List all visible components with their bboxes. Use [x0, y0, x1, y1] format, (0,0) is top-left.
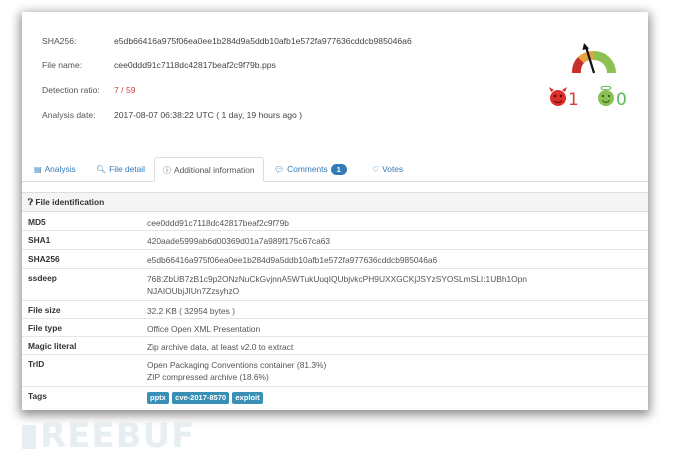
summary-sha256-value: e5db66416a975f06ea0ee1b284d9a5ddb10afb1e… — [114, 36, 412, 46]
malicious-votes-count: 1 — [568, 90, 579, 110]
summary-analysis-date-label: Analysis date: — [42, 110, 96, 120]
table-row: SHA256 e5db66416a975f06ea0ee1b284d9a5ddb… — [22, 250, 648, 269]
sha256-label: SHA256 — [28, 254, 60, 264]
sha1-label: SHA1 — [28, 235, 51, 245]
tab-analysis-label: Analysis — [44, 164, 76, 174]
table-row: SHA1 420aade5999ab6d00369d01a7a989f175c6… — [22, 231, 648, 250]
ssdeep-value-line-2: NJAIOUbjJIUn7ZzsyhzO — [147, 286, 240, 296]
tab-comments[interactable]: 💬︎ Comments 1 — [266, 157, 355, 182]
table-row: ssdeep 768:ZbUB7zB1c9p2ONzNuCkGvjnnA5WTu… — [22, 269, 648, 301]
ssdeep-label: ssdeep — [28, 273, 57, 283]
tag-cve-2017-8570[interactable]: cve-2017-8570 — [172, 392, 230, 404]
md5-value: cee0ddd91c7118dc42817beaf2c9f79b — [147, 218, 289, 228]
sha256-value: e5db66416a975f06ea0ee1b284d9a5ddb10afb1e… — [147, 255, 438, 265]
table-row: File size 32.2 KB ( 32954 bytes ) — [22, 301, 648, 319]
summary-detection-ratio-label: Detection ratio: — [42, 85, 100, 95]
table-row: File type Office Open XML Presentation — [22, 319, 648, 337]
tab-additional-information[interactable]: ⓘ Additional information — [154, 157, 264, 182]
tab-additional-information-label: Additional information — [174, 165, 255, 175]
trid-label: TrID — [28, 359, 45, 369]
file-size-label: File size — [28, 305, 61, 315]
detection-ratio-value[interactable]: 7 / 59 — [114, 85, 136, 95]
tags-list: pptx cve-2017-8570 exploit — [147, 391, 264, 404]
file-identification-heading: ❓︎ File identification — [22, 192, 648, 212]
tab-votes-label: Votes — [382, 164, 404, 174]
file-identification-title: File identification — [35, 197, 105, 207]
tag-pptx[interactable]: pptx — [147, 392, 169, 404]
devil-icon[interactable] — [549, 87, 567, 106]
summary-file-name-value: cee0ddd91c7118dc42817beaf2c9f79b.pps — [114, 60, 276, 70]
harmless-votes-count: 0 — [616, 90, 627, 110]
comments-count-badge: 1 — [330, 164, 347, 175]
file-size-value: 32.2 KB ( 32954 bytes ) — [147, 306, 235, 316]
ssdeep-value-line-1: 768:ZbUB7zB1c9p2ONzNuCkGvjnnA5WTukUuqIQU… — [147, 274, 527, 284]
angel-icon[interactable] — [598, 85, 614, 106]
report-tabs: ▤ Analysis 🔍︎ File detail ⓘ Additional info… — [22, 154, 648, 182]
watermark-text: REEBUF — [40, 416, 196, 456]
comment-icon: 💬︎ — [274, 165, 285, 174]
file-type-label: File type — [28, 323, 62, 333]
file-summary: SHA256: e5db66416a975f06ea0ee1b284d9a5dd… — [22, 12, 648, 152]
md5-label: MD5 — [28, 217, 46, 227]
gauge-needle-tip — [582, 43, 589, 50]
trid-value-line-2: ZIP compressed archive (18.6%) — [147, 372, 269, 382]
trid-value-line-1: Open Packaging Conventions container (81… — [147, 360, 327, 370]
table-row: Magic literal Zip archive data, at least… — [22, 337, 648, 355]
magic-literal-label: Magic literal — [28, 341, 77, 351]
tab-analysis[interactable]: ▤ Analysis — [26, 157, 84, 182]
tab-comments-label: Comments — [287, 164, 328, 174]
tab-file-detail-label: File detail — [109, 164, 145, 174]
watermark-logo-block — [22, 425, 36, 449]
file-type-value: Office Open XML Presentation — [147, 324, 261, 334]
magic-literal-value: Zip archive data, at least v2.0 to extra… — [147, 342, 294, 352]
ssdeep-value: 768:ZbUB7zB1c9p2ONzNuCkGvjnnA5WTukUuqIQU… — [147, 273, 527, 297]
file-identification-table: MD5 cee0ddd91c7118dc42817beaf2c9f79b SHA… — [22, 213, 648, 406]
tags-label: Tags — [28, 391, 47, 401]
table-row: TrID Open Packaging Conventions containe… — [22, 355, 648, 387]
freebuf-watermark: REEBUF — [22, 416, 195, 456]
question-icon: ❓︎ — [28, 197, 34, 207]
community-score-gauge: 1 0 — [549, 43, 627, 110]
trid-value: Open Packaging Conventions container (81… — [147, 359, 326, 383]
table-icon: ▤ — [34, 165, 42, 174]
summary-sha256-label: SHA256: — [42, 36, 77, 46]
search-icon: 🔍︎ — [96, 165, 107, 174]
tag-exploit[interactable]: exploit — [232, 392, 263, 404]
table-row: Tags pptx cve-2017-8570 exploit — [22, 387, 648, 406]
tab-votes[interactable]: ♡ Votes — [364, 157, 411, 182]
info-icon: ⓘ — [163, 166, 171, 175]
tab-file-detail[interactable]: 🔍︎ File detail — [88, 157, 153, 182]
sha1-value: 420aade5999ab6d00369d01a7a989f175c67ca63 — [147, 236, 331, 246]
file-report-card: SHA256: e5db66416a975f06ea0ee1b284d9a5dd… — [22, 12, 648, 410]
gauge-green-segment — [594, 51, 616, 73]
table-row: MD5 cee0ddd91c7118dc42817beaf2c9f79b — [22, 213, 648, 231]
vote-icon: ♡ — [372, 165, 380, 174]
summary-file-name-label: File name: — [42, 60, 83, 70]
summary-analysis-date-value: 2017-08-07 06:38:22 UTC ( 1 day, 19 hour… — [114, 110, 303, 120]
